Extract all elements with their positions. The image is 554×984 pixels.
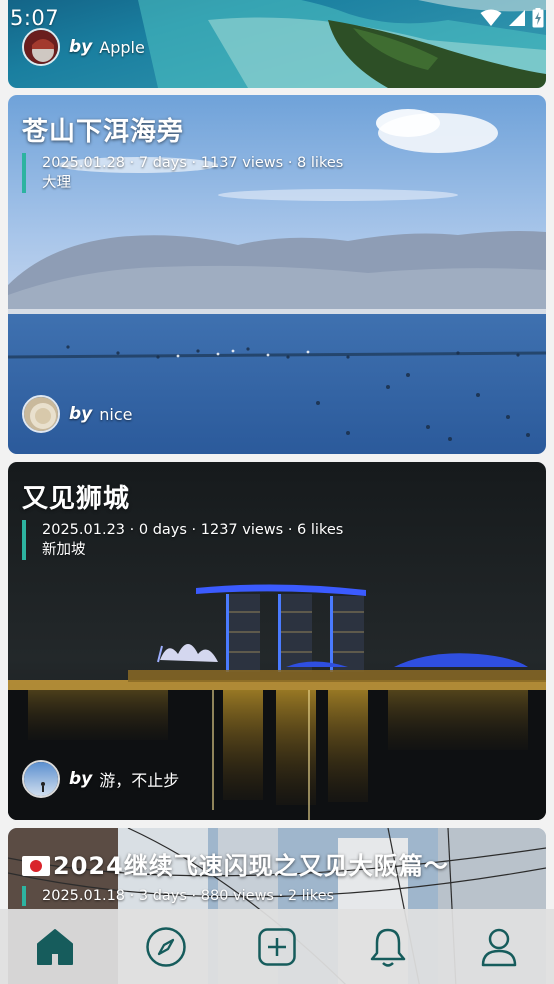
author-name: 游，不止步 (99, 771, 180, 790)
travel-card-2[interactable]: 又见狮城 2025.01.23 · 0 days · 1237 views · … (8, 462, 546, 820)
views: 880 views (200, 888, 274, 904)
card-title: 又见狮城 (22, 484, 131, 514)
author[interactable]: by 游，不止步 (22, 760, 179, 798)
date: 2025.01.28 (42, 155, 126, 171)
views: 1237 views (200, 522, 284, 538)
bottom-nav (0, 909, 554, 984)
author[interactable]: by nice (22, 395, 133, 433)
travel-card-1[interactable]: 苍山下洱海旁 2025.01.28 · 7 days · 1137 views … (8, 95, 546, 454)
nav-notifications[interactable] (358, 917, 418, 977)
card-meta: 2025.01.23 · 0 days · 1237 views · 6 lik… (22, 520, 343, 560)
views: 1137 views (200, 155, 284, 171)
card-meta: 2025.01.28 · 7 days · 1137 views · 8 lik… (22, 153, 343, 193)
by-label: by (69, 769, 93, 789)
author-name: nice (99, 404, 133, 424)
nav-profile[interactable] (469, 917, 529, 977)
compass-icon (146, 926, 186, 967)
meta-line: 2025.01.28 · 7 days · 1137 views · 8 lik… (42, 155, 344, 171)
avatar[interactable] (22, 760, 60, 798)
card-title: 2024继续飞速闪现之又见大阪篇～ (22, 846, 449, 881)
location: 大理 (42, 175, 71, 191)
date: 2025.01.18 (42, 888, 126, 904)
days: 3 days (138, 888, 187, 904)
date: 2025.01.23 (42, 522, 126, 538)
profile-icon (481, 928, 516, 966)
japan-flag-icon (22, 856, 50, 876)
likes: 6 likes (297, 522, 344, 538)
battery-charging-icon (532, 8, 544, 28)
bell-icon (370, 928, 406, 967)
likes: 8 likes (297, 155, 344, 171)
days: 0 days (138, 522, 187, 538)
wifi-icon (480, 9, 502, 26)
card-title: 苍山下洱海旁 (22, 117, 185, 147)
card-meta: 2025.01.18 · 3 days · 880 views · 2 like… (22, 886, 334, 906)
avatar[interactable] (22, 395, 60, 433)
card-title-text: 2024继续飞速闪现之又见大阪篇～ (53, 852, 449, 880)
cell-signal-icon (509, 10, 525, 26)
days: 7 days (138, 155, 187, 171)
likes: 2 likes (287, 888, 335, 904)
home-icon (37, 928, 74, 965)
add-icon (258, 927, 296, 966)
status-icons (480, 8, 544, 28)
by-label: by (69, 37, 93, 57)
meta-line: 2025.01.23 · 0 days · 1237 views · 6 lik… (42, 522, 344, 538)
by-label: by (69, 404, 93, 424)
nav-home[interactable] (25, 917, 85, 977)
status-time: 5:07 (10, 6, 60, 30)
location: 新加坡 (42, 542, 86, 558)
nav-discover[interactable] (136, 917, 196, 977)
author-name: Apple (99, 37, 145, 57)
status-bar: 5:07 (0, 0, 554, 36)
screen: 5:07 by Apple 苍山下洱海旁 2025.01.28 · 7 days… (0, 0, 554, 984)
meta-line: 2025.01.18 · 3 days · 880 views · 2 like… (42, 888, 335, 904)
nav-create[interactable] (247, 917, 307, 977)
